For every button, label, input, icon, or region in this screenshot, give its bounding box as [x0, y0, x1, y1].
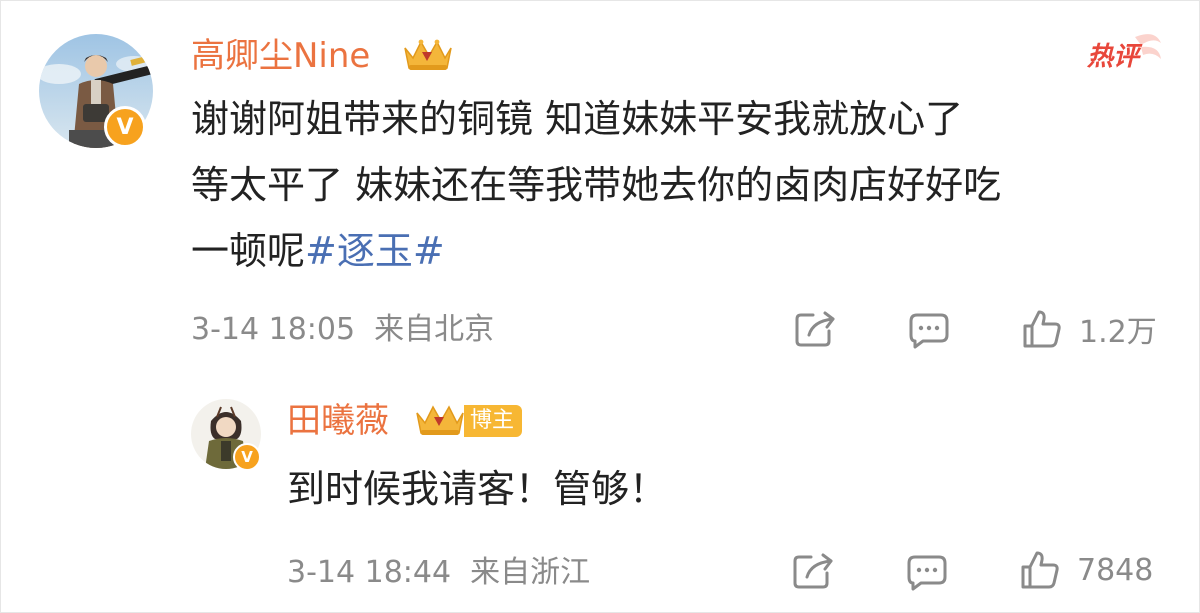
reply-button[interactable]	[905, 553, 949, 591]
crown-icon[interactable]	[413, 401, 465, 443]
reply-username[interactable]: 田曦薇	[287, 399, 389, 443]
hot-comment-badge: 热评	[1083, 29, 1163, 79]
comment-timestamp: 3-14 18:05	[191, 312, 356, 347]
comment-icon	[907, 555, 947, 591]
comment-text-segment: 一顿呢	[191, 229, 306, 273]
reply-button[interactable]	[907, 311, 951, 349]
comment-panel: V 高卿尘Nine 热评 谢谢阿姐带来的铜镜 知道妹妹平安我就放心了 等太平了 …	[0, 0, 1200, 613]
share-icon	[795, 311, 835, 347]
like-button[interactable]: 7848	[1019, 549, 1153, 591]
comment-text-line: 一顿呢#逐玉#	[191, 226, 445, 276]
reply-location: 来自浙江	[470, 555, 591, 590]
reply-meta: 3-14 18:44 来自浙江	[287, 553, 590, 593]
verified-badge-icon: V	[233, 443, 261, 471]
share-button[interactable]	[791, 551, 835, 591]
comment-text-line: 等太平了 妹妹还在等我带她去你的卤肉店好好吃	[191, 163, 1002, 207]
comment-meta: 3-14 18:05 来自北京	[191, 310, 494, 350]
like-icon	[1023, 310, 1061, 348]
share-button[interactable]	[793, 309, 837, 349]
hashtag-link[interactable]: #逐玉#	[305, 229, 445, 273]
hot-label: 热评	[1086, 42, 1143, 72]
verified-badge-icon: V	[104, 106, 146, 148]
like-count: 7848	[1077, 552, 1154, 588]
reply-timestamp: 3-14 18:44	[287, 555, 452, 590]
comment-location: 来自北京	[374, 312, 495, 347]
comment-icon	[909, 313, 949, 349]
comment-username[interactable]: 高卿尘Nine	[191, 34, 370, 78]
like-count: 1.2万	[1079, 315, 1157, 350]
reply-text: 到时候我请客！管够！	[287, 467, 668, 511]
crown-icon[interactable]	[401, 38, 453, 76]
blogger-tag: 博主	[464, 405, 523, 437]
like-icon	[1021, 551, 1059, 589]
comment-text-line: 谢谢阿姐带来的铜镜 知道妹妹平安我就放心了	[191, 97, 964, 141]
like-button[interactable]: 1.2万	[1021, 307, 1157, 351]
share-icon	[793, 553, 833, 589]
